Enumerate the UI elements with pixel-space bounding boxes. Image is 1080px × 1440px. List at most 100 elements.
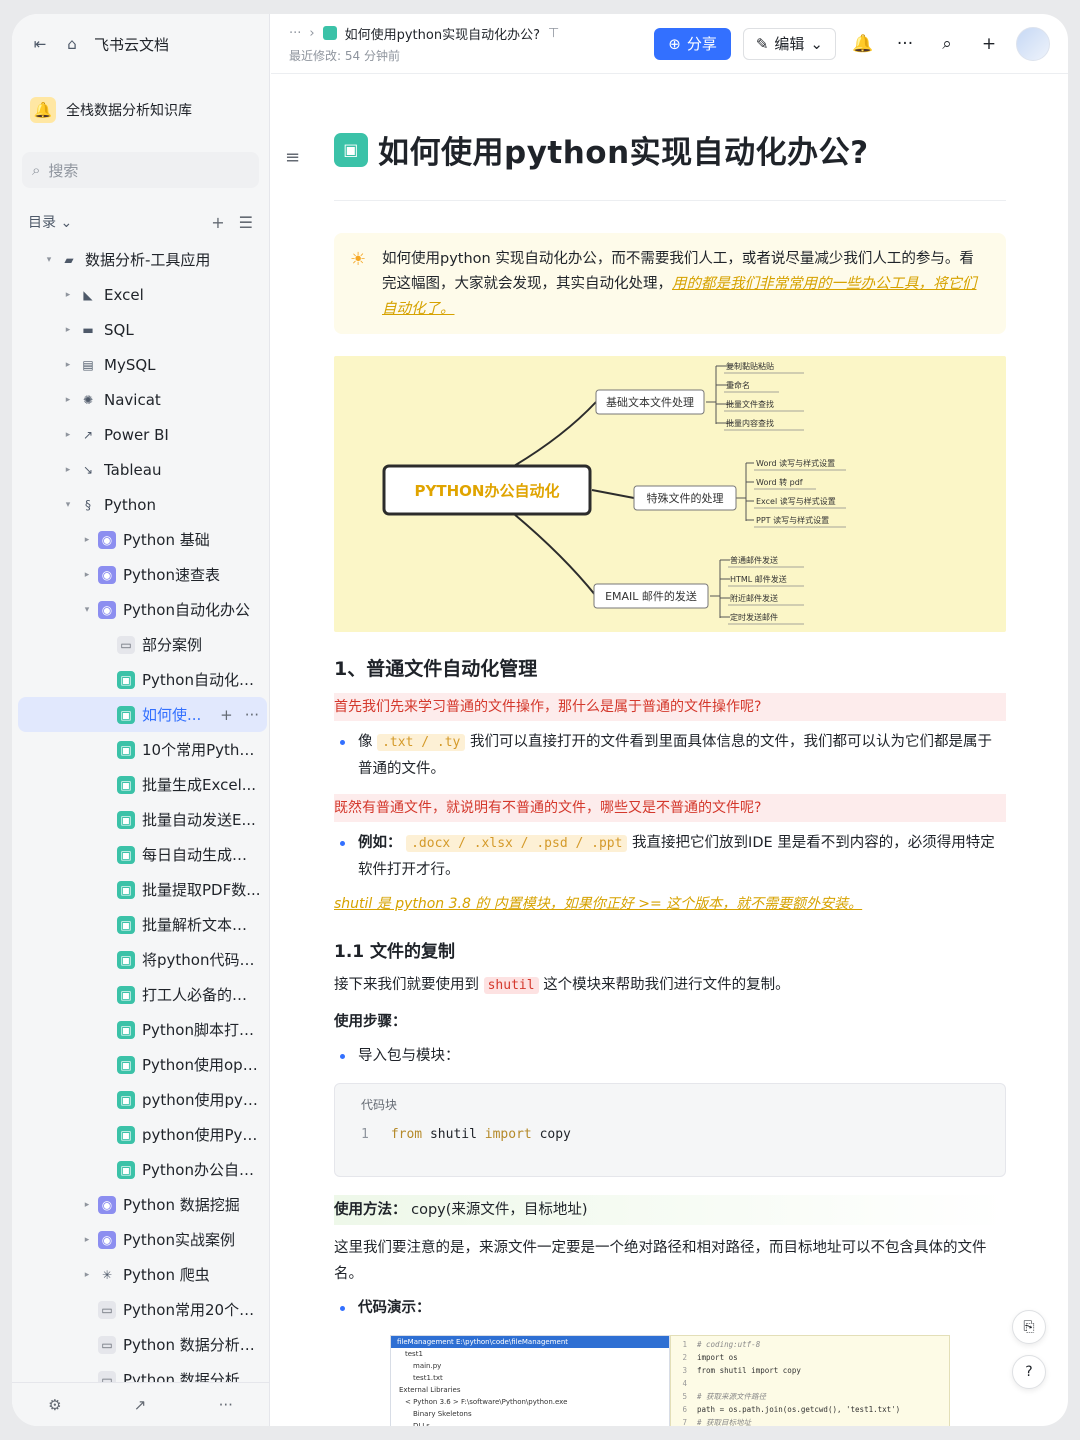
sidebar-item[interactable]: ▣ 将python代码打... xyxy=(12,942,269,977)
mindmap-image[interactable]: PYTHON办公自动化 基础文本文件处理 特殊文件的处理 EMAIL 邮件的发送… xyxy=(334,356,1006,632)
mindmap-root: PYTHON办公自动化 xyxy=(415,482,560,500)
doc-icon xyxy=(322,26,337,40)
caret-right-icon[interactable]: ▸ xyxy=(61,290,75,300)
folder-icon: ▰ xyxy=(64,252,74,267)
outline-icon[interactable]: ≡ xyxy=(285,147,300,168)
bullet-item: 例如： .docx / .xlsx / .psd / .ppt 我直接把它们放到… xyxy=(334,830,1006,883)
paragraph: 这里我们要注意的是，来源文件一定要是一个绝对路径和相对路径，而目标地址可以不包含… xyxy=(334,1240,987,1282)
edit-button[interactable]: ✎ 编辑 ⌄ xyxy=(742,27,836,60)
notification-icon[interactable]: 🔔 xyxy=(848,34,878,54)
add-icon[interactable]: + xyxy=(211,213,224,232)
highlighted-question: 首先我们先来学习普通的文件操作，那什么是属于普通的文件操作呢? xyxy=(334,693,1006,721)
pencil-icon: ✎ xyxy=(755,34,769,53)
mysql-icon: ▤ xyxy=(82,357,94,372)
sidebar-item[interactable]: ▭ Python常用20个Ex... xyxy=(12,1292,269,1327)
caret-right-icon[interactable]: ▸ xyxy=(80,1270,94,1280)
sidebar-item[interactable]: ▭ Python 数据分析与... xyxy=(12,1327,269,1362)
sidebar-item[interactable]: ▸ ✺ Navicat xyxy=(12,382,269,417)
chevron-down-icon: ⌄ xyxy=(810,34,823,53)
sidebar-item-label: Excel xyxy=(104,285,144,304)
item-more-icon[interactable]: ··· xyxy=(245,706,259,724)
sidebar-item[interactable]: ▸ ◉ Python 基础 xyxy=(12,522,269,557)
caret-down-icon[interactable]: ▾ xyxy=(42,255,56,265)
sidebar-item[interactable]: ▸ ▬ SQL xyxy=(12,312,269,347)
ide-code-line: 7 # 获取目标地址 xyxy=(682,1418,752,1426)
mindmap-leaf: 批量内容查找 xyxy=(726,418,774,428)
sidebar: ⇤ ⌂ 飞书云文档 🔔 全栈数据分析知识库 ⌕ 搜索 目录 ⌄ + ☰ ▾ ▰ 数据… xyxy=(12,14,270,1426)
sidebar-item[interactable]: ▸ ↗ Power BI xyxy=(12,417,269,452)
knowledge-base-header[interactable]: 🔔 全栈数据分析知识库 xyxy=(22,88,259,132)
add-child-icon[interactable]: + xyxy=(220,706,233,724)
sidebar-item[interactable]: ▣ 批量提取PDF数... xyxy=(12,872,269,907)
sidebar-item[interactable]: ▸ ↘ Tableau xyxy=(12,452,269,487)
help-icon[interactable]: ? xyxy=(1012,1355,1046,1389)
sidebar-item[interactable]: ▸ ✳ Python 爬虫 xyxy=(12,1257,269,1292)
sidebar-item[interactable]: ▣ python使用PyP... xyxy=(12,1117,269,1152)
sidebar-item[interactable]: ▣ Python办公自动... xyxy=(12,1152,269,1187)
caret-right-icon[interactable]: ▸ xyxy=(61,325,75,335)
comment-icon[interactable]: ⎘ xyxy=(1012,1310,1046,1344)
sidebar-item[interactable]: ▣ 打工人必备的十... xyxy=(12,977,269,1012)
sidebar-item[interactable]: ▸ ◉ Python速查表 xyxy=(12,557,269,592)
plus-icon[interactable]: + xyxy=(974,34,1004,54)
callout[interactable]: ☀ 如何使用python 实现自动化办公，而不需要我们人工，或者说尽量减少我们人… xyxy=(334,233,1006,334)
caret-right-icon[interactable]: ▸ xyxy=(80,570,94,580)
doc-icon: ▣ xyxy=(117,705,135,724)
highlighted-question: 既然有普通文件，就说明有不普通的文件，哪些又是不普通的文件呢? xyxy=(334,794,1006,822)
sidebar-item[interactable]: ▸ ▤ MySQL xyxy=(12,347,269,382)
caret-right-icon[interactable]: ▸ xyxy=(61,360,75,370)
toc-dropdown[interactable]: 目录 ⌄ xyxy=(28,212,72,232)
sidebar-item[interactable]: ▣ python使用pyth... xyxy=(12,1082,269,1117)
wiki-icon: ◉ xyxy=(98,1230,116,1249)
inline-code: .docx / .xlsx / .psd / .ppt xyxy=(406,835,628,852)
pin-icon[interactable]: ⊤ xyxy=(548,26,559,41)
sidebar-item[interactable]: ▣ Python使用ope... xyxy=(12,1047,269,1082)
caret-right-icon[interactable]: ▸ xyxy=(61,395,75,405)
sidebar-item[interactable]: ▸ ◣ Excel xyxy=(12,277,269,312)
sidebar-item[interactable]: ▾ § Python xyxy=(12,487,269,522)
note-text: shutil 是 python 3.8 的 内置模块，如果你正好 >= 这个版本… xyxy=(334,896,863,912)
sidebar-item[interactable]: ▣ 如何使... + ··· xyxy=(18,697,267,732)
sidebar-item[interactable]: ▣ Python自动化办... xyxy=(12,662,269,697)
avatar[interactable] xyxy=(1016,26,1050,61)
sidebar-item[interactable]: ▸ ◉ Python实战案例 xyxy=(12,1222,269,1257)
collapse-sidebar-icon[interactable]: ⇤ xyxy=(30,35,50,53)
settings-icon[interactable]: ⚙ xyxy=(48,1396,61,1414)
share-button[interactable]: ⊕ 分享 xyxy=(654,27,731,60)
more-options-icon[interactable]: ··· xyxy=(890,34,920,54)
breadcrumb-title[interactable]: 如何使用python实现自动化办公? xyxy=(345,24,540,43)
sidebar-item[interactable]: ▣ 批量解析文本数据 xyxy=(12,907,269,942)
bullet-item: 代码演示： xyxy=(334,1295,1006,1321)
share-out-icon[interactable]: ↗ xyxy=(134,1396,147,1414)
wiki-icon: ◉ xyxy=(98,600,116,619)
caret-down-icon[interactable]: ▾ xyxy=(61,500,75,510)
sidebar-item[interactable]: ▣ Python脚本打包... xyxy=(12,1012,269,1047)
caret-right-icon[interactable]: ▸ xyxy=(80,1200,94,1210)
sidebar-item[interactable]: ▾ ▰ 数据分析-工具应用 xyxy=(12,242,269,277)
sidebar-item-label: Python办公自动... xyxy=(142,1161,261,1179)
sidebar-item[interactable]: ▣ 10个常用Pytho... xyxy=(12,732,269,767)
search-input[interactable]: ⌕ 搜索 xyxy=(22,152,259,188)
app-title[interactable]: 飞书云文档 xyxy=(94,34,169,55)
last-modified: 最近修改: 54 分钟前 xyxy=(289,48,400,63)
caret-down-icon[interactable]: ▾ xyxy=(80,605,94,615)
caret-right-icon[interactable]: ▸ xyxy=(61,465,75,475)
search-icon[interactable]: ⌕ xyxy=(932,34,962,54)
caret-right-icon[interactable]: ▸ xyxy=(61,430,75,440)
home-icon[interactable]: ⌂ xyxy=(62,35,82,53)
sidebar-item[interactable]: ▣ 每日自动生成数... xyxy=(12,837,269,872)
caret-right-icon[interactable]: ▸ xyxy=(80,1235,94,1245)
caret-right-icon[interactable]: ▸ xyxy=(80,535,94,545)
more-icon[interactable]: ··· xyxy=(219,1396,233,1414)
sidebar-item[interactable]: ▣ 批量生成Excel... xyxy=(12,767,269,802)
sidebar-item-label: Python实战案例 xyxy=(123,1231,235,1249)
sidebar-item[interactable]: ▭ 部分案例 xyxy=(12,627,269,662)
code-block[interactable]: 代码块 1 from shutil import copy xyxy=(334,1083,1006,1177)
list-icon[interactable]: ☰ xyxy=(239,213,253,232)
ide-code-line: 1 # coding:utf-8 xyxy=(682,1340,761,1349)
sidebar-item[interactable]: ▸ ◉ Python 数据挖掘 xyxy=(12,1187,269,1222)
breadcrumb-more[interactable]: ··· xyxy=(289,26,301,41)
ide-screenshot[interactable]: fileManagement E:\python\code\fileManage… xyxy=(390,1335,950,1426)
sidebar-item[interactable]: ▾ ◉ Python自动化办公 xyxy=(12,592,269,627)
sidebar-item[interactable]: ▣ 批量自动发送E... xyxy=(12,802,269,837)
